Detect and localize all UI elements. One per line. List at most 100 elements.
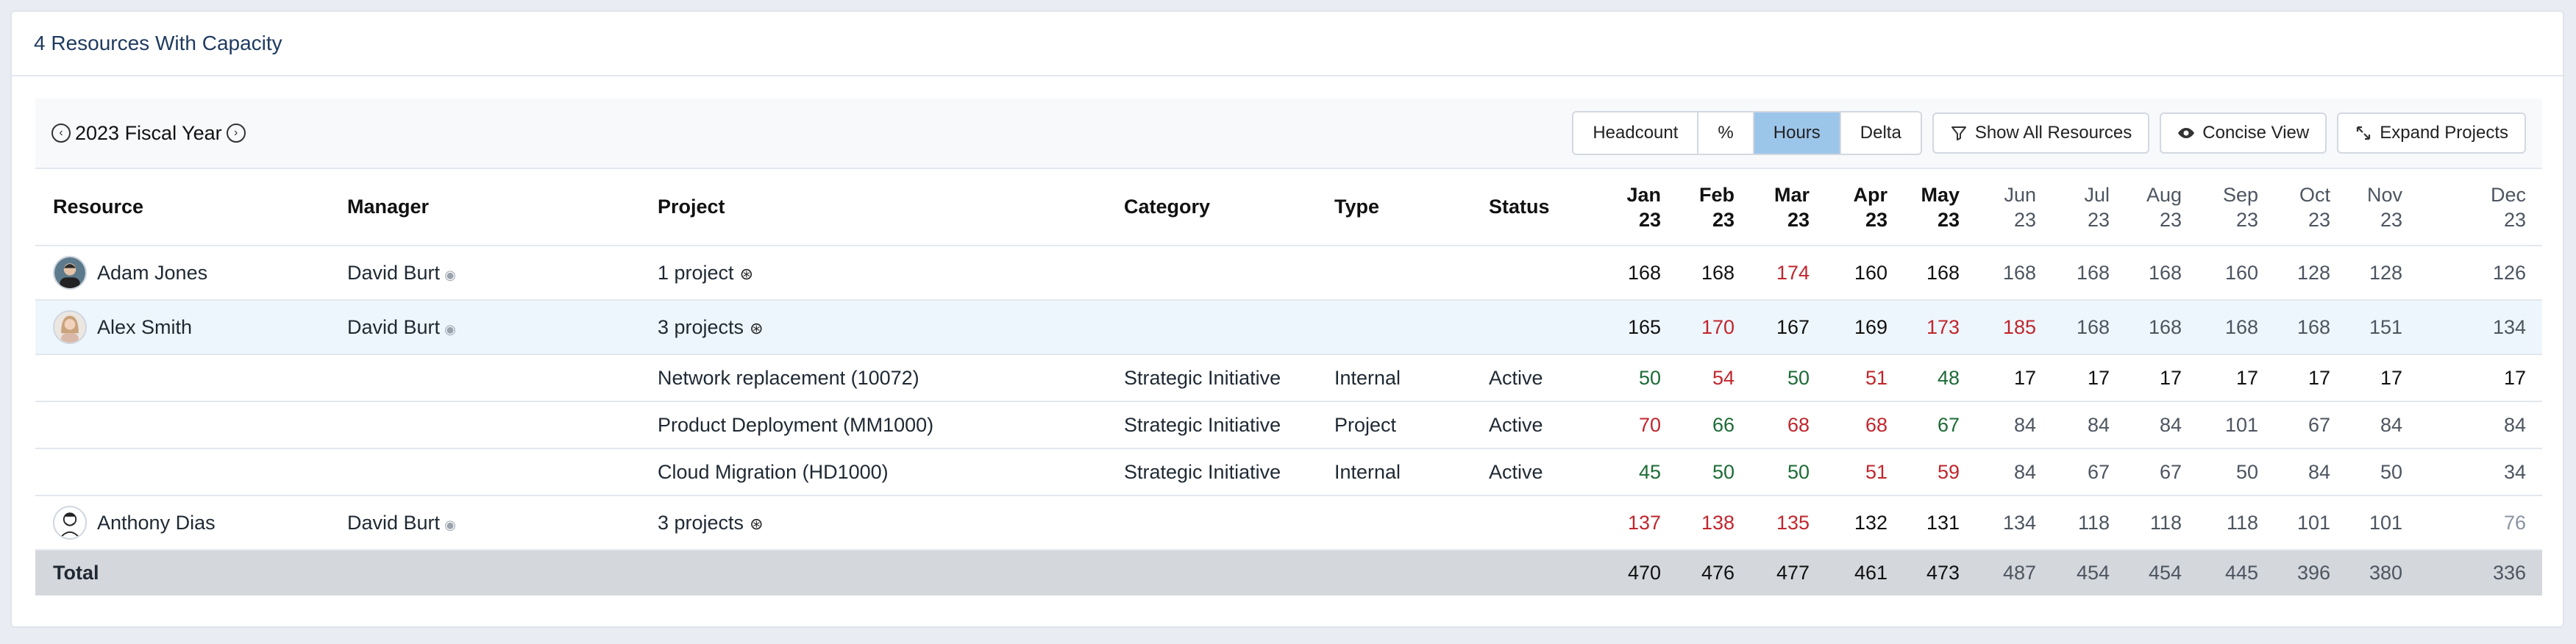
hours-cell[interactable]: 17 <box>2126 354 2198 402</box>
hours-cell[interactable]: 50 <box>1596 354 1677 402</box>
hours-cell[interactable]: 51 <box>1826 354 1904 402</box>
hours-cell[interactable]: 59 <box>1904 448 1976 496</box>
eye-icon[interactable]: ◉ <box>444 518 456 532</box>
col-month-aug[interactable]: Aug 23 <box>2126 169 2198 246</box>
mode-headcount-button[interactable]: Headcount <box>1573 112 1698 154</box>
hours-cell[interactable]: 67 <box>2126 448 2198 496</box>
hours-cell[interactable]: 151 <box>2346 300 2419 355</box>
hours-cell[interactable]: 84 <box>2346 401 2419 449</box>
hours-cell[interactable]: 174 <box>1751 246 1826 301</box>
expand-projects-icon[interactable]: ⊛ <box>750 515 763 533</box>
hours-cell[interactable]: 135 <box>1751 495 1826 551</box>
hours-cell[interactable]: 17 <box>2346 354 2419 402</box>
resource-name[interactable]: Alex Smith <box>97 316 192 339</box>
project-row[interactable]: Product Deployment (MM1000) Strategic Ini… <box>35 401 2542 449</box>
col-month-jul[interactable]: Jul 23 <box>2052 169 2126 246</box>
hours-cell[interactable]: 168 <box>2126 300 2198 355</box>
hours-cell[interactable]: 185 <box>1976 300 2052 355</box>
hours-cell[interactable]: 50 <box>2198 448 2274 496</box>
col-month-feb[interactable]: Feb 23 <box>1677 169 1751 246</box>
hours-cell[interactable]: 168 <box>1596 246 1677 301</box>
hours-cell[interactable]: 173 <box>1904 300 1976 355</box>
expand-projects-button[interactable]: Expand Projects <box>2337 112 2526 154</box>
col-month-jan[interactable]: Jan 23 <box>1596 169 1677 246</box>
hours-cell[interactable]: 54 <box>1677 354 1751 402</box>
project-name[interactable]: Cloud Migration (HD1000) <box>640 448 1106 496</box>
col-type[interactable]: Type <box>1317 169 1471 246</box>
hours-cell[interactable]: 51 <box>1826 448 1904 496</box>
hours-cell[interactable]: 50 <box>1751 448 1826 496</box>
project-name[interactable]: Network replacement (10072) <box>640 354 1106 402</box>
hours-cell[interactable]: 84 <box>1976 401 2052 449</box>
prev-year-icon[interactable]: ‹ <box>51 124 71 143</box>
hours-cell[interactable]: 126 <box>2419 246 2542 301</box>
hours-cell[interactable]: 34 <box>2419 448 2542 496</box>
next-year-icon[interactable]: › <box>226 124 246 143</box>
hours-cell[interactable]: 128 <box>2274 246 2346 301</box>
hours-cell[interactable]: 167 <box>1751 300 1826 355</box>
hours-cell[interactable]: 50 <box>1751 354 1826 402</box>
expand-projects-icon[interactable]: ⊛ <box>740 265 753 283</box>
hours-cell[interactable]: 68 <box>1751 401 1826 449</box>
hours-cell[interactable]: 168 <box>2126 246 2198 301</box>
hours-cell[interactable]: 168 <box>2052 300 2126 355</box>
hours-cell[interactable]: 165 <box>1596 300 1677 355</box>
col-month-oct[interactable]: Oct 23 <box>2274 169 2346 246</box>
project-row[interactable]: Cloud Migration (HD1000) Strategic Initia… <box>35 448 2542 496</box>
hours-cell[interactable]: 76 <box>2419 495 2542 551</box>
col-month-mar[interactable]: Mar 23 <box>1751 169 1826 246</box>
col-status[interactable]: Status <box>1471 169 1596 246</box>
hours-cell[interactable]: 168 <box>1904 246 1976 301</box>
hours-cell[interactable]: 67 <box>2052 448 2126 496</box>
hours-cell[interactable]: 17 <box>2198 354 2274 402</box>
hours-cell[interactable]: 17 <box>2052 354 2126 402</box>
mode-delta-button[interactable]: Delta <box>1839 112 1921 154</box>
hours-cell[interactable]: 132 <box>1826 495 1904 551</box>
hours-cell[interactable]: 118 <box>2126 495 2198 551</box>
hours-cell[interactable]: 84 <box>2052 401 2126 449</box>
table-row[interactable]: Anthony Dias David Burt ◉ 3 projects ⊛ 137 138… <box>35 495 2542 551</box>
hours-cell[interactable]: 138 <box>1677 495 1751 551</box>
expand-projects-icon[interactable]: ⊛ <box>750 319 763 337</box>
resource-name[interactable]: Anthony Dias <box>97 512 216 534</box>
hours-cell[interactable]: 168 <box>1976 246 2052 301</box>
hours-cell[interactable]: 84 <box>2419 401 2542 449</box>
eye-icon[interactable]: ◉ <box>444 268 456 282</box>
hours-cell[interactable]: 134 <box>2419 300 2542 355</box>
col-category[interactable]: Category <box>1106 169 1317 246</box>
hours-cell[interactable]: 101 <box>2274 495 2346 551</box>
hours-cell[interactable]: 168 <box>2052 246 2126 301</box>
hours-cell[interactable]: 134 <box>1976 495 2052 551</box>
col-project[interactable]: Project <box>640 169 1106 246</box>
hours-cell[interactable]: 50 <box>1677 448 1751 496</box>
hours-cell[interactable]: 101 <box>2346 495 2419 551</box>
resource-name[interactable]: Adam Jones <box>97 262 207 285</box>
hours-cell[interactable]: 160 <box>2198 246 2274 301</box>
col-month-nov[interactable]: Nov 23 <box>2346 169 2419 246</box>
hours-cell[interactable]: 160 <box>1826 246 1904 301</box>
hours-cell[interactable]: 131 <box>1904 495 1976 551</box>
project-row[interactable]: Network replacement (10072) Strategic Ini… <box>35 354 2542 402</box>
col-month-may[interactable]: May 23 <box>1904 169 1976 246</box>
hours-cell[interactable]: 168 <box>1677 246 1751 301</box>
concise-view-button[interactable]: Concise View <box>2160 112 2327 154</box>
hours-cell[interactable]: 169 <box>1826 300 1904 355</box>
table-row[interactable]: Alex Smith David Burt ◉ 3 projects ⊛ 165 170 16… <box>35 300 2542 355</box>
hours-cell[interactable]: 168 <box>2274 300 2346 355</box>
hours-cell[interactable]: 48 <box>1904 354 1976 402</box>
show-all-resources-button[interactable]: Show All Resources <box>1932 112 2150 154</box>
hours-cell[interactable]: 67 <box>2274 401 2346 449</box>
hours-cell[interactable]: 84 <box>2126 401 2198 449</box>
col-manager[interactable]: Manager <box>330 169 640 246</box>
col-resource[interactable]: Resource <box>35 169 330 246</box>
hours-cell[interactable]: 66 <box>1677 401 1751 449</box>
hours-cell[interactable]: 84 <box>1976 448 2052 496</box>
hours-cell[interactable]: 84 <box>2274 448 2346 496</box>
table-row[interactable]: Adam Jones David Burt ◉ 1 project ⊛ 168 168 174… <box>35 246 2542 301</box>
project-name[interactable]: Product Deployment (MM1000) <box>640 401 1106 449</box>
hours-cell[interactable]: 17 <box>2274 354 2346 402</box>
col-month-jun[interactable]: Jun 23 <box>1976 169 2052 246</box>
hours-cell[interactable]: 17 <box>1976 354 2052 402</box>
hours-cell[interactable]: 45 <box>1596 448 1677 496</box>
hours-cell[interactable]: 101 <box>2198 401 2274 449</box>
